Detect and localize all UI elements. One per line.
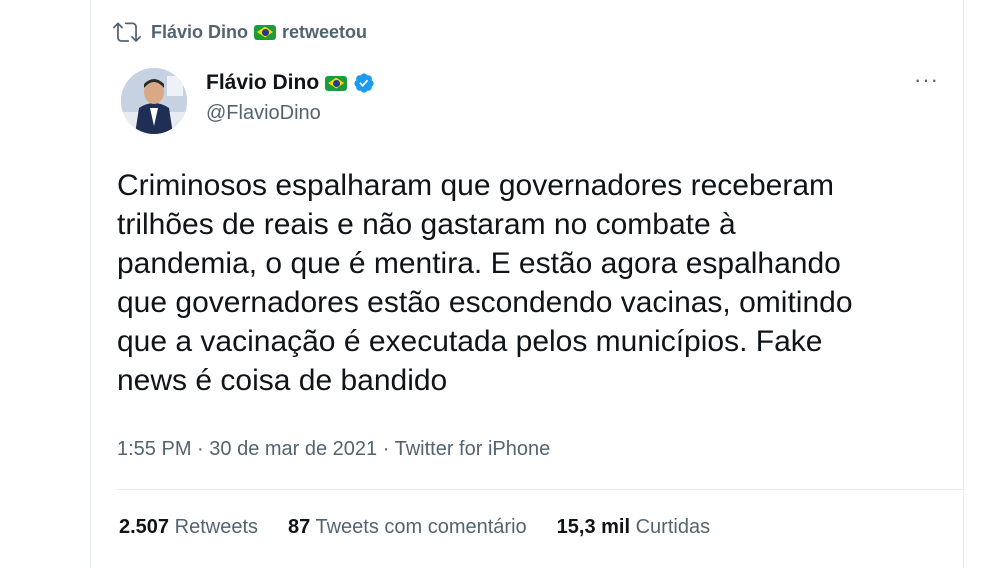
author-handle[interactable]: @FlavioDino [206,98,375,128]
retweeter-name[interactable]: Flávio Dino [151,22,248,43]
meta-separator: · [197,438,210,460]
tweet-date[interactable]: 30 de mar de 2021 [209,438,377,460]
more-options-icon[interactable]: ··· [914,69,939,91]
tweet-source[interactable]: Twitter for iPhone [395,438,551,460]
retweet-icon [113,22,141,42]
brazil-flag-icon [254,24,277,40]
brazil-flag-icon [325,75,348,91]
quotes-stat[interactable]: 87 Tweets com comentário [288,516,527,539]
tweet-time[interactable]: 1:55 PM [117,438,191,460]
meta-separator: · [382,438,395,460]
tweet-stats: 2.507 Retweets 87 Tweets com comentário … [119,516,710,539]
retweet-action: retweetou [282,21,368,42]
quotes-count: 87 [288,516,311,538]
likes-stat[interactable]: 15,3 mil Curtidas [557,516,710,539]
retweets-stat[interactable]: 2.507 Retweets [119,516,258,539]
verified-badge-icon [354,73,374,93]
author-block: Flávio Dino @FlavioDino [206,68,375,128]
tweet-text: Criminosos espalharam que governadores r… [117,169,853,397]
avatar[interactable] [121,68,187,134]
quotes-label: Tweets com comentário [315,516,527,538]
likes-label: Curtidas [635,516,711,538]
likes-count: 15,3 mil [556,516,631,538]
retweet-header: Flávio Dino retweetou [113,18,367,46]
author-name[interactable]: Flávio Dino [206,68,319,98]
retweets-count: 2.507 [119,516,170,538]
tweet-meta: 1:55 PM · 30 de mar de 2021 · Twitter fo… [117,438,550,461]
retweets-label: Retweets [174,516,258,538]
avatar-photo [121,68,187,134]
divider [117,489,963,490]
tweet-card: Flávio Dino retweetou Flávio Dino @Flavi… [90,0,964,568]
